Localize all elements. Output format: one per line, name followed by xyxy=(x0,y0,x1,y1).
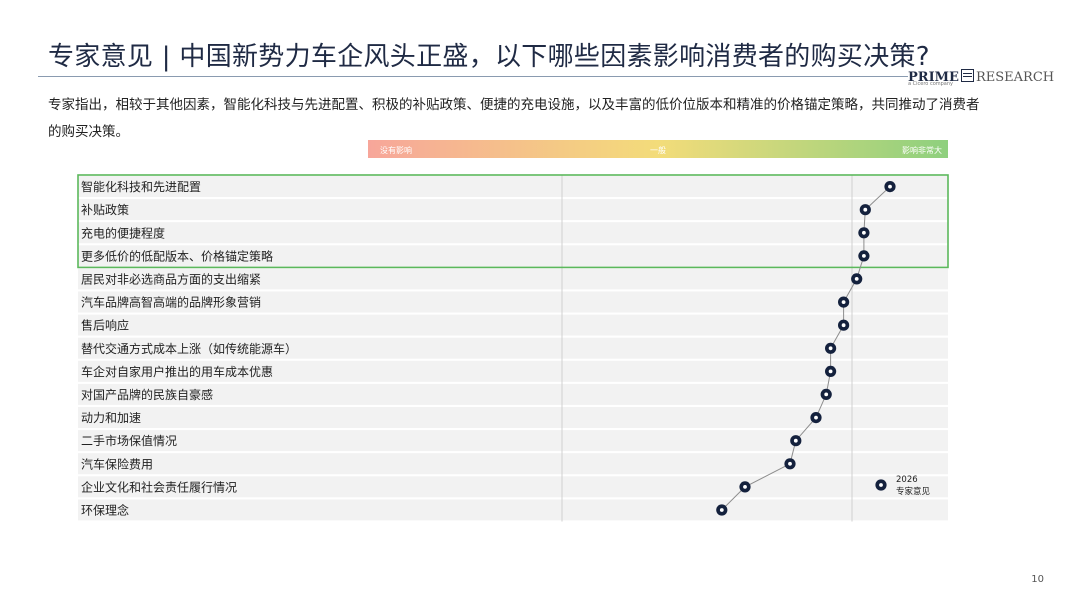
data-point-center xyxy=(824,392,829,397)
row-background xyxy=(78,453,948,475)
scale-label: 一般 xyxy=(650,145,666,155)
data-point-center xyxy=(814,415,818,420)
category-label: 充电的便捷程度 xyxy=(81,225,165,240)
legend-marker-center xyxy=(879,483,883,487)
data-point-center xyxy=(863,207,868,212)
scale-label: 影响非常大 xyxy=(902,145,942,155)
data-point-center xyxy=(862,230,866,235)
category-label: 企业文化和社会责任履行情况 xyxy=(81,479,237,494)
data-point-center xyxy=(854,277,859,281)
data-point-center xyxy=(793,438,798,443)
category-label: 动力和加速 xyxy=(81,411,141,425)
category-label: 更多低价的低配版本、价格锚定策略 xyxy=(81,248,273,263)
category-label: 环保理念 xyxy=(81,502,129,517)
factor-impact-chart: 没有影响 一般 影响非常大 智能化科技和先进配置补贴政策充电的便捷程度更多低价的低配… xyxy=(77,140,949,522)
scale-label: 没有影响 xyxy=(380,145,412,155)
category-label: 汽车保险费用 xyxy=(81,456,153,471)
category-label: 汽车品牌高智高端的品牌形象营销 xyxy=(81,295,261,310)
row-background xyxy=(78,176,948,197)
data-point-center xyxy=(828,369,833,374)
data-point-center xyxy=(862,254,866,258)
category-label: 对国产品牌的民族自豪感 xyxy=(81,387,213,402)
category-label: 智能化科技和先进配置 xyxy=(81,179,201,194)
category-label: 替代交通方式成本上涨（如传统能源车） xyxy=(81,341,297,356)
data-point-center xyxy=(743,485,747,489)
row-background xyxy=(78,499,948,521)
data-point-center xyxy=(888,184,892,189)
page-number: 10 xyxy=(1031,574,1044,585)
row-background xyxy=(78,430,948,452)
data-point-center xyxy=(841,323,846,328)
legend-year-label: 2026 xyxy=(896,475,918,485)
category-label: 售后响应 xyxy=(81,318,129,333)
legend-name-label: 专家意见 xyxy=(896,486,931,497)
data-point-center xyxy=(719,508,724,512)
row-background xyxy=(78,199,948,221)
row-background xyxy=(78,314,948,336)
data-point-center xyxy=(788,461,792,466)
data-point-center xyxy=(841,300,846,304)
row-background xyxy=(78,222,948,244)
category-label: 居民对非必选商品方面的支出缩紧 xyxy=(81,271,261,286)
category-label: 车企对自家用户推出的用车成本优惠 xyxy=(81,364,273,379)
category-label: 二手市场保值情况 xyxy=(81,433,177,448)
category-label: 补贴政策 xyxy=(81,203,129,217)
data-point-center xyxy=(828,346,833,351)
